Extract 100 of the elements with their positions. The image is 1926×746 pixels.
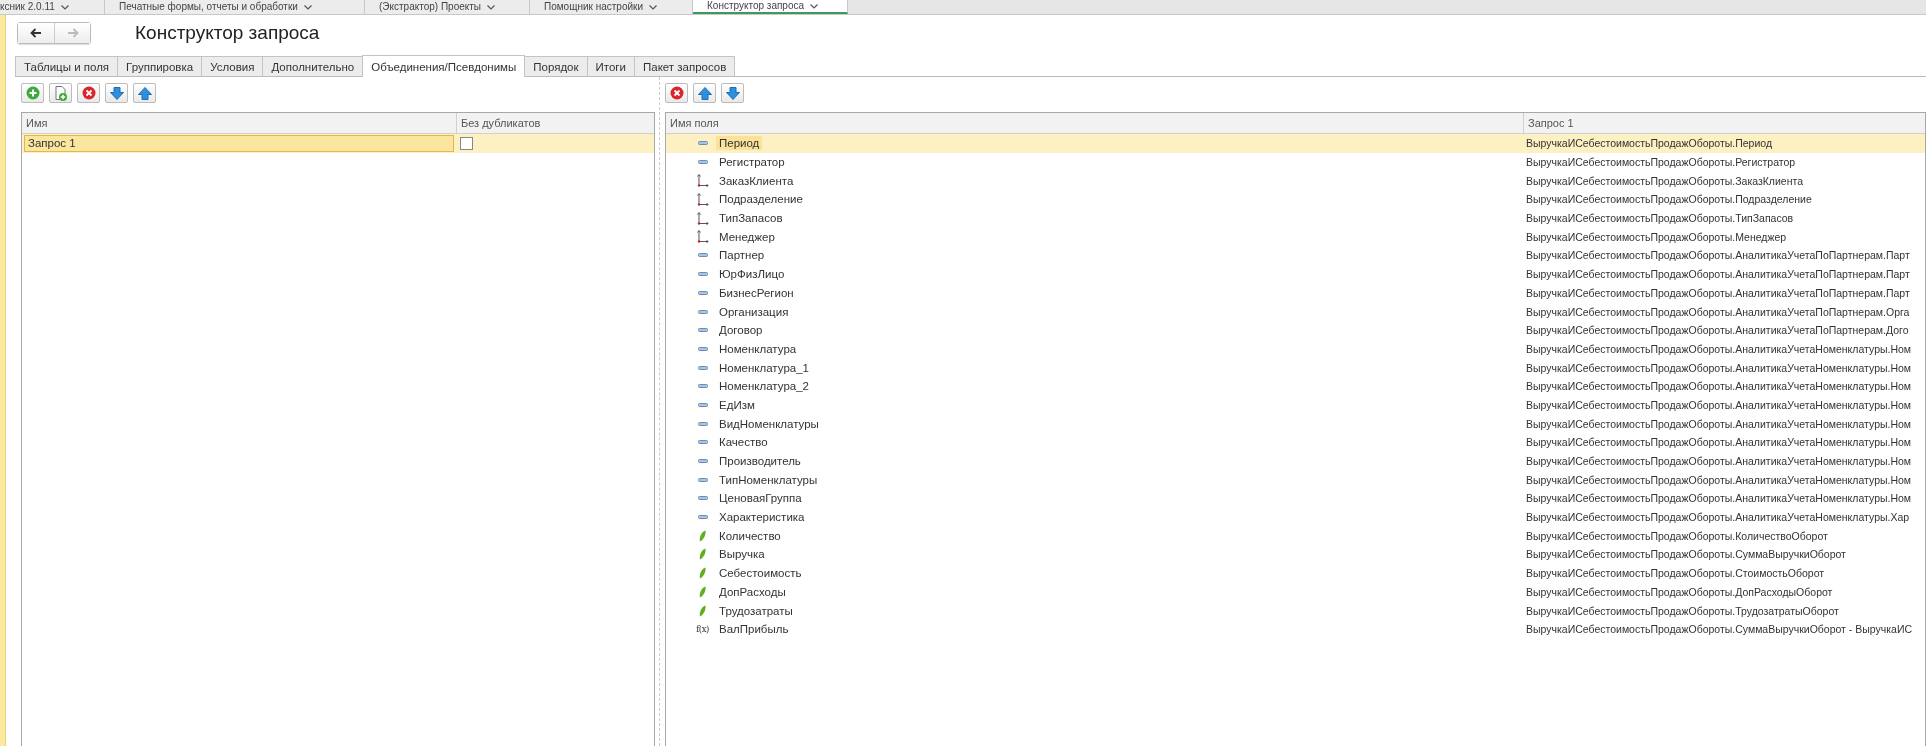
tab[interactable]: Объединения/Псевдонимы	[362, 55, 526, 77]
tab[interactable]: Итоги	[586, 56, 635, 76]
tab[interactable]: Дополнительно	[262, 56, 364, 76]
column-header: Без дубликатов	[456, 113, 654, 133]
leaf-icon	[699, 604, 706, 617]
move-down-button[interactable]	[721, 83, 744, 103]
copy-button[interactable]	[49, 83, 72, 103]
field-name: Договор	[718, 323, 764, 338]
function-icon: f(x)	[696, 623, 709, 636]
window-title: Конструктор запроса	[135, 22, 320, 44]
field-row[interactable]: Номенклатура_1 ВыручкаИСебестоимостьПродажОбороты.АналитикаУчетаНоменклатуры.Ном	[666, 358, 1925, 377]
field-row[interactable]: ЦеноваяГруппа ВыручкаИСебестоимостьПродажОбороты.АналитикаУчетаНоменклатуры.Ном	[666, 489, 1925, 508]
field-row[interactable]: Менеджер ВыручкаИСебестоимостьПродажОбороты.Менеджер	[666, 227, 1925, 247]
field-row[interactable]: Регистратор ВыручкаИСебестоимостьПродажОбороты.Регистратор	[666, 152, 1925, 172]
field-source: ВыручкаИСебестоимостьПродажОбороты.АналитикаУчетаНоменклатуры.Ном	[1525, 492, 1913, 505]
field-name: Выручка	[718, 547, 766, 562]
field-row[interactable]: Номенклатура_2 ВыручкаИСебестоимостьПродажОбороты.АналитикаУчетаНоменклатуры.Ном	[666, 376, 1925, 396]
field-row[interactable]: ЕдИзм ВыручкаИСебестоимостьПродажОбороты.АналитикаУчетаНоменклатуры.Ном	[666, 395, 1925, 415]
field-name: Качество	[718, 435, 769, 450]
field-row[interactable]: ТипНоменклатуры ВыручкаИСебестоимостьПродажОбороты.АналитикаУчетаНоменклатуры.Ном	[666, 470, 1925, 490]
field-icon	[697, 496, 708, 501]
field-source: ВыручкаИСебестоимостьПродажОбороты.АналитикаУчетаПоПартнерам.Парт	[1525, 249, 1911, 262]
field-row[interactable]: Договор ВыручкаИСебестоимостьПродажОбороты.АналитикаУчетаПоПартнерам.Дого	[666, 320, 1925, 340]
field-row[interactable]: Период ВыручкаИСебестоимостьПродажОбороты.Период	[666, 134, 1925, 153]
chevron-down-icon	[303, 4, 312, 10]
field-row[interactable]: ЗаказКлиента ВыручкаИСебестоимостьПродажОбороты.ЗаказКлиента	[666, 171, 1925, 191]
field-name: ЮрФизЛицо	[718, 267, 786, 282]
field-row[interactable]: Трудозатраты ВыручкаИСебестоимостьПродажОбороты.ТрудозатратыОборот	[666, 601, 1925, 620]
field-row[interactable]: Себестоимость ВыручкаИСебестоимостьПродажОбороты.СтоимостьОборот	[666, 563, 1925, 583]
field-name: Менеджер	[718, 229, 776, 244]
window-tab[interactable]: Помощник настройки	[530, 0, 693, 14]
field-source: ВыручкаИСебестоимостьПродажОбороты.СуммаВыручкиОборот - ВыручкаИС	[1525, 623, 1914, 636]
field-source: ВыручкаИСебестоимостьПродажОбороты.АналитикаУчетаНоменклатуры.Ном	[1525, 361, 1913, 374]
field-name: Себестоимость	[718, 566, 803, 581]
move-down-button[interactable]	[105, 83, 128, 103]
field-source: ВыручкаИСебестоимостьПродажОбороты.АналитикаУчетаПоПартнерам.Дого	[1525, 324, 1910, 337]
field-source: ВыручкаИСебестоимостьПродажОбороты.АналитикаУчетаНоменклатуры.Ном	[1525, 398, 1913, 411]
field-source: ВыручкаИСебестоимостьПродажОбороты.АналитикаУчетаНоменклатуры.Ном	[1525, 417, 1913, 430]
checkbox[interactable]	[460, 136, 473, 150]
field-row[interactable]: Партнер ВыручкаИСебестоимостьПродажОбороты.АналитикаУчетаПоПартнерам.Парт	[666, 246, 1925, 265]
field-row[interactable]: Номенклатура ВыручкаИСебестоимостьПродажОбороты.АналитикаУчетаНоменклатуры.Ном	[666, 339, 1925, 359]
axes-icon	[696, 174, 709, 188]
field-row[interactable]: Качество ВыручкаИСебестоимостьПродажОбороты.АналитикаУчетаНоменклатуры.Ном	[666, 433, 1925, 452]
axes-icon	[696, 211, 709, 225]
window-tab[interactable]: ксник 2.0.11	[0, 0, 105, 14]
copy-document-icon	[53, 85, 68, 101]
field-row[interactable]: ЮрФизЛицо ВыручкаИСебестоимостьПродажОбороты.АналитикаУчетаПоПартнерам.Парт	[666, 264, 1925, 284]
tab[interactable]: Порядок	[524, 56, 588, 76]
leaf-icon	[699, 548, 706, 561]
field-name: Подразделение	[718, 192, 804, 207]
field-row[interactable]: ТипЗапасов ВыручкаИСебестоимостьПродажОбороты.ТипЗапасов	[666, 208, 1925, 228]
field-icon	[697, 141, 708, 146]
delete-button[interactable]	[77, 83, 100, 103]
field-icon	[697, 346, 708, 351]
field-name: ЦеноваяГруппа	[718, 491, 803, 506]
tab[interactable]: Таблицы и поля	[15, 56, 119, 76]
field-row[interactable]: Количество ВыручкаИСебестоимостьПродажОбороты.КоличествоОборот	[666, 526, 1925, 546]
field-row[interactable]: Выручка ВыручкаИСебестоимостьПродажОбороты.СуммаВыручкиОборот	[666, 545, 1925, 564]
field-name: БизнесРегион	[718, 285, 795, 300]
delete-button[interactable]	[665, 83, 688, 103]
leaf-icon	[699, 585, 706, 598]
field-source: ВыручкаИСебестоимостьПродажОбороты.ЗаказКлиента	[1525, 174, 1805, 187]
field-name: ЕдИзм	[718, 397, 756, 412]
delete-icon	[669, 86, 684, 100]
field-icon	[697, 515, 708, 520]
query-row[interactable]: Запрос 1	[22, 134, 654, 153]
field-icon	[697, 160, 708, 165]
back-button[interactable]	[18, 23, 54, 43]
field-icon	[697, 309, 708, 314]
window-tab[interactable]: Печатные формы, отчеты и обработки	[105, 0, 365, 14]
field-name: Организация	[718, 304, 790, 319]
leaf-icon	[699, 567, 706, 580]
add-button[interactable]	[21, 83, 44, 103]
field-name: Характеристика	[718, 510, 806, 525]
field-row[interactable]: Производитель ВыручкаИСебестоимостьПродажОбороты.АналитикаУчетаНоменклатуры.Ном	[666, 451, 1925, 471]
field-icon	[697, 440, 708, 445]
tab[interactable]: Условия	[201, 56, 264, 76]
field-source: ВыручкаИСебестоимостьПродажОбороты.АналитикаУчетаПоПартнерам.Орга	[1525, 305, 1911, 318]
field-name: Регистратор	[718, 155, 786, 170]
field-row[interactable]: Подразделение ВыручкаИСебестоимостьПродажОбороты.Подразделение	[666, 190, 1925, 209]
arrow-down-icon	[109, 86, 124, 100]
window-tab[interactable]: (Экстрактор) Проекты	[365, 0, 530, 14]
field-row[interactable]: Организация ВыручкаИСебестоимостьПродажОбороты.АналитикаУчетаПоПартнерам.Орга	[666, 302, 1925, 321]
chevron-down-icon	[487, 4, 496, 10]
tab[interactable]: Пакет запросов	[633, 56, 736, 76]
window-tab[interactable]: Конструктор запроса	[693, 0, 848, 14]
field-row[interactable]: ВидНоменклатуры ВыручкаИСебестоимостьПродажОбороты.АналитикаУчетаНоменклатуры.Ном	[666, 414, 1925, 433]
axes-icon	[696, 192, 709, 206]
tab[interactable]: Группировка	[117, 56, 203, 76]
field-name: ДопРасходы	[718, 584, 787, 599]
field-source: ВыручкаИСебестоимостьПродажОбороты.Период	[1525, 137, 1774, 150]
delete-icon	[81, 86, 96, 100]
field-row[interactable]: Характеристика ВыручкаИСебестоимостьПродажОбороты.АналитикаУчетаНоменклатуры.Хар	[666, 507, 1925, 527]
field-row[interactable]: f(x) ВалПрибыль ВыручкаИСебестоимостьПродажОбороты.СуммаВыручкиОборот - ВыручкаИС	[666, 619, 1925, 639]
field-row[interactable]: ДопРасходы ВыручкаИСебестоимостьПродажОбороты.ДопРасходыОборот	[666, 582, 1925, 602]
move-up-button[interactable]	[693, 83, 716, 103]
move-up-button[interactable]	[133, 83, 156, 103]
field-row[interactable]: БизнесРегион ВыручкаИСебестоимостьПродажОбороты.АналитикаУчетаПоПартнерам.Парт	[666, 283, 1925, 303]
field-source: ВыручкаИСебестоимостьПродажОбороты.СуммаВыручкиОборот	[1525, 548, 1847, 561]
field-name: Производитель	[718, 454, 802, 469]
